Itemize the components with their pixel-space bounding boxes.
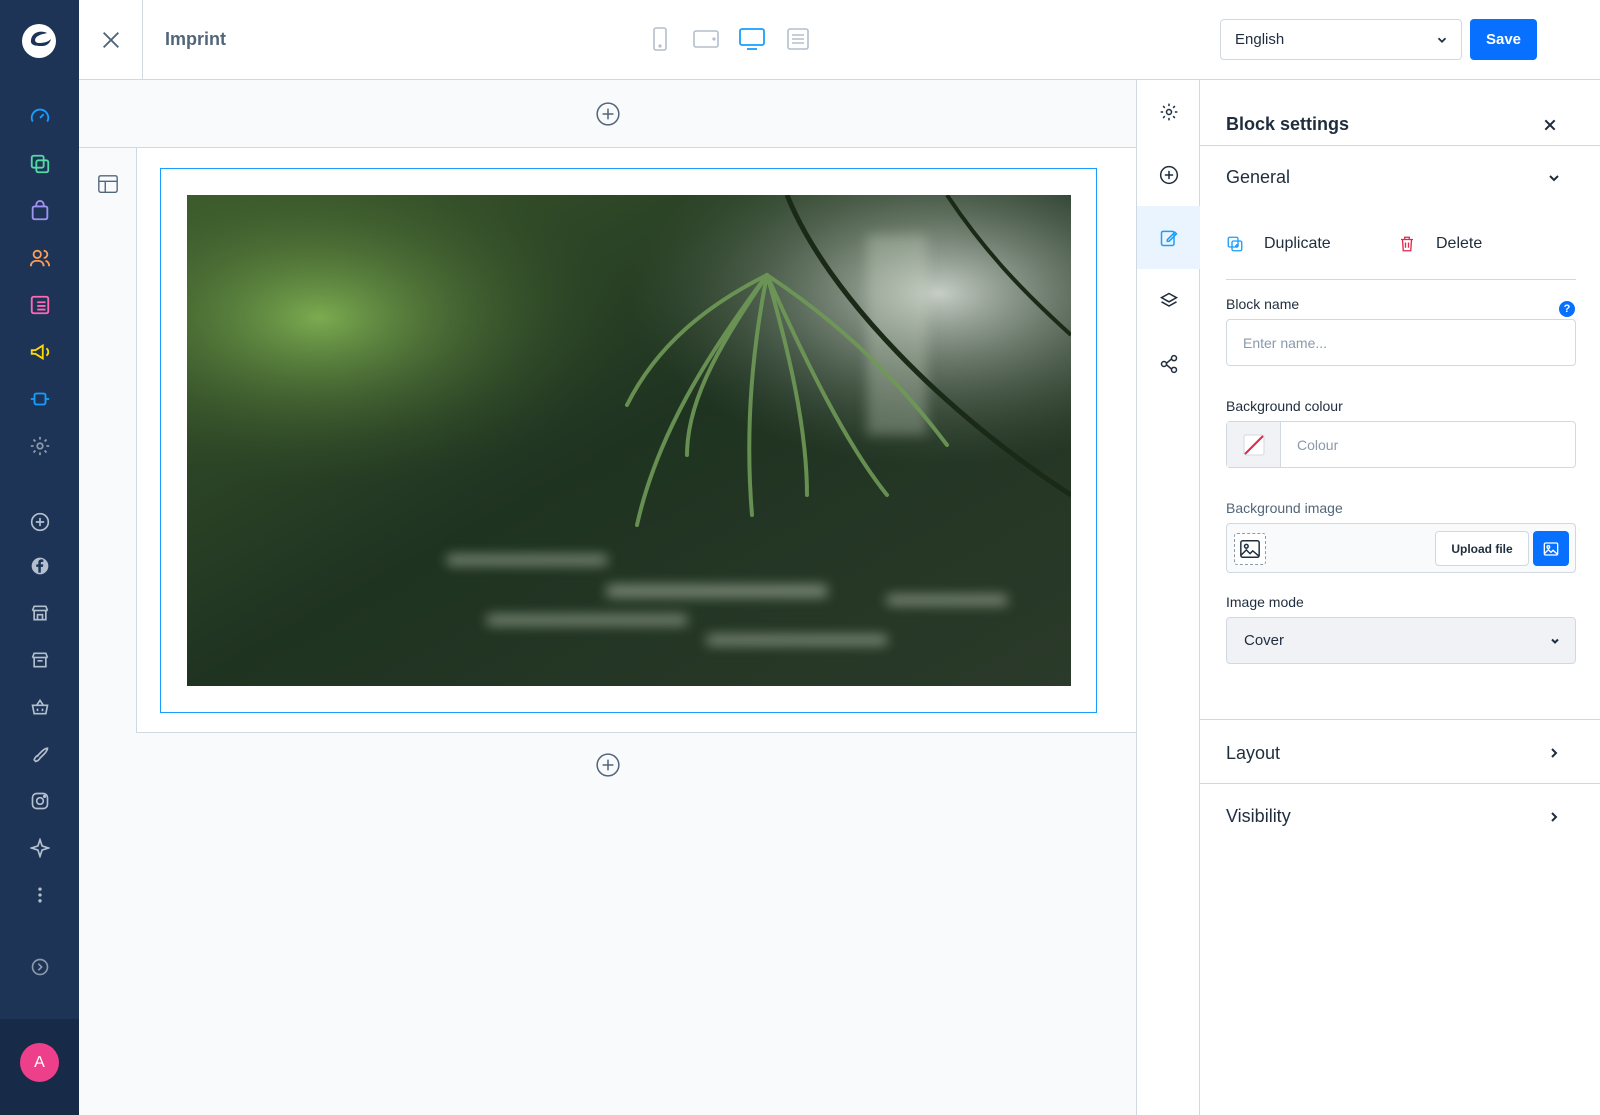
delete-button[interactable]: Delete: [1398, 230, 1482, 258]
section-gutter: [79, 148, 137, 733]
headless-icon[interactable]: [27, 647, 53, 673]
block-name-label: Block name: [1226, 296, 1300, 312]
divider: [1200, 719, 1600, 720]
admin-sidebar: A: [0, 0, 79, 1115]
tab-layers[interactable]: [1137, 269, 1200, 332]
colour-placeholder: Colour: [1297, 437, 1339, 453]
tab-page-settings[interactable]: [1137, 80, 1200, 143]
block-name-placeholder: Enter name...: [1243, 334, 1328, 351]
shopping-basket-icon[interactable]: [27, 694, 53, 720]
sidebar-tabs: [1136, 80, 1200, 1115]
accordion-visibility-title[interactable]: Visibility: [1226, 806, 1291, 827]
block-actions: Duplicate Delete: [1226, 230, 1576, 280]
mobile-view-icon[interactable]: [647, 26, 673, 52]
gear-icon: [1160, 103, 1177, 120]
close-icon[interactable]: [1540, 115, 1560, 135]
bg-image-label: Background image: [1226, 500, 1343, 516]
share-icon: [1160, 354, 1177, 373]
shopware-logo-icon[interactable]: [20, 22, 58, 60]
chevron-right-icon[interactable]: [1546, 809, 1562, 825]
divider: [1200, 783, 1600, 784]
more-icon[interactable]: [27, 882, 53, 908]
help-icon[interactable]: ?: [1559, 301, 1575, 317]
add-section-top: [79, 80, 1136, 148]
language-select[interactable]: English: [1220, 19, 1462, 60]
app: A Imprint English Save Block settings Ge…: [0, 0, 1600, 1115]
trash-icon: [1401, 236, 1413, 252]
panel-header: Block settings: [1200, 80, 1600, 146]
settings-icon[interactable]: [27, 433, 53, 459]
image-placeholder-icon: [1234, 533, 1266, 565]
orders-icon[interactable]: [27, 198, 53, 224]
form-view-icon[interactable]: [785, 26, 811, 52]
chevron-down-icon: [1551, 638, 1559, 644]
add-section-icon[interactable]: [595, 752, 621, 778]
storefront-icon[interactable]: [27, 600, 53, 626]
tablet-view-icon[interactable]: [693, 26, 719, 52]
bg-colour-label: Background colour: [1226, 398, 1343, 414]
block-image: [187, 195, 1071, 686]
block-name-input[interactable]: Enter name...: [1226, 319, 1576, 366]
section-layout-icon[interactable]: [97, 173, 119, 200]
delete-label: Delete: [1436, 235, 1483, 252]
duplicate-label: Duplicate: [1264, 235, 1331, 252]
avatar[interactable]: A: [20, 1043, 59, 1082]
chevron-down-icon: [1437, 37, 1447, 43]
save-button[interactable]: Save: [1470, 19, 1537, 60]
chevron-down-icon[interactable]: [1546, 170, 1562, 186]
topbar: Imprint English Save: [79, 0, 1600, 80]
duplicate-icon: [1227, 236, 1243, 252]
desktop-view-icon[interactable]: [739, 26, 765, 52]
sparkle-icon[interactable]: [27, 835, 53, 861]
colour-swatch-icon[interactable]: [1227, 422, 1281, 467]
duplicate-button[interactable]: Duplicate: [1226, 230, 1331, 258]
accordion-general-title[interactable]: General: [1226, 167, 1290, 188]
close-icon[interactable]: [79, 0, 143, 80]
customers-icon[interactable]: [27, 245, 53, 271]
page-title: Imprint: [165, 29, 226, 49]
facebook-icon[interactable]: [27, 553, 53, 579]
image-mode-value: Cover: [1244, 632, 1285, 649]
media-library-icon[interactable]: [1533, 531, 1569, 566]
accordion-layout-title[interactable]: Layout: [1226, 743, 1280, 764]
add-section-icon[interactable]: [595, 101, 621, 127]
cms-section: [79, 148, 1136, 733]
tab-add-blocks[interactable]: [1137, 143, 1200, 206]
add-section-bottom: [79, 752, 1136, 778]
panel-title: Block settings: [1226, 114, 1350, 134]
catalogues-icon[interactable]: [27, 151, 53, 177]
image-mode-label: Image mode: [1226, 594, 1304, 610]
editor-canvas: [79, 80, 1136, 1115]
expand-icon[interactable]: [27, 954, 53, 980]
bg-colour-field[interactable]: Colour: [1226, 421, 1576, 468]
add-icon: [1159, 165, 1178, 184]
block-settings-panel: Block settings General Duplicate Delete …: [1200, 80, 1600, 1115]
layers-icon: [1159, 292, 1178, 307]
tab-share[interactable]: [1137, 332, 1200, 395]
device-switcher: [647, 26, 811, 52]
tab-block-settings[interactable]: [1137, 206, 1200, 269]
marketing-icon[interactable]: [27, 339, 53, 365]
bg-image-field: Upload file: [1226, 523, 1576, 573]
edit-icon: [1160, 230, 1178, 246]
chevron-right-icon[interactable]: [1546, 745, 1562, 761]
extensions-icon[interactable]: [27, 386, 53, 412]
selected-image-block[interactable]: [160, 168, 1097, 713]
content-icon[interactable]: [27, 292, 53, 318]
rocket-icon[interactable]: [27, 741, 53, 767]
upload-file-button[interactable]: Upload file: [1435, 531, 1529, 566]
image-mode-select[interactable]: Cover: [1226, 617, 1576, 664]
add-sales-channel-icon[interactable]: [27, 509, 53, 535]
instagram-icon[interactable]: [27, 788, 53, 814]
language-select-value: English: [1235, 31, 1285, 48]
dashboard-icon[interactable]: [27, 104, 53, 130]
